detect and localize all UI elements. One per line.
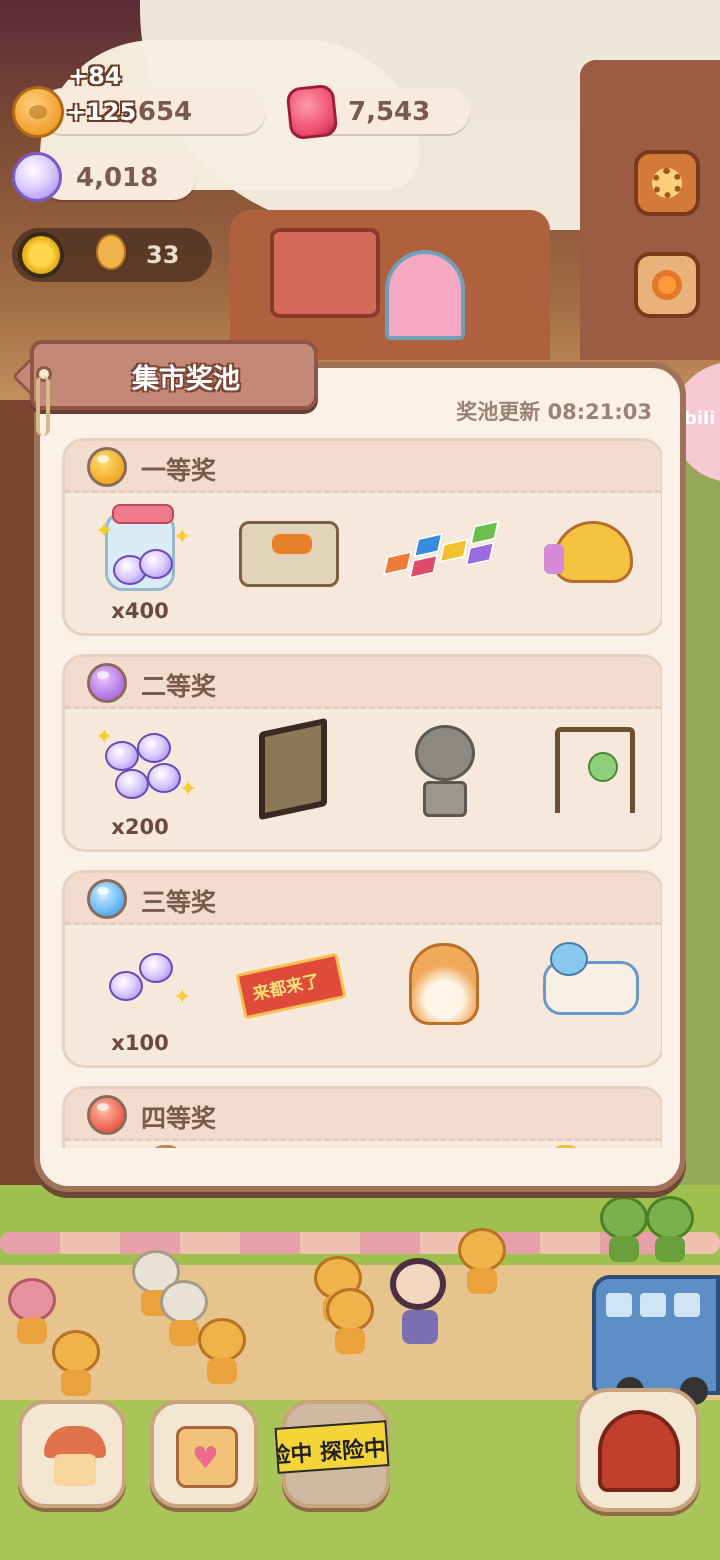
gold-orb-icon	[87, 447, 127, 487]
bakery-window	[270, 228, 380, 318]
ruby-jelly-icon	[285, 83, 339, 141]
cookie-character[interactable]	[326, 1288, 374, 1358]
prize-pool-dialog: 奖池更新 08:21:03 一等奖 ✦ ✦ x400 二等奖 ✦ ✦ x200 …	[34, 362, 686, 1192]
cookie-character[interactable]	[458, 1228, 506, 1298]
corgi-cushion-icon	[409, 943, 479, 1025]
exploring-tape: 险中 探险中	[274, 1420, 390, 1474]
lantern-stall-icon	[555, 727, 635, 813]
coin-gain-float: +84	[68, 62, 122, 90]
candy-value: 4,018	[76, 163, 159, 193]
red-orb-icon	[87, 1095, 127, 1135]
prize-item-candy-pair[interactable]: ✦ x100	[75, 933, 205, 1063]
tier-title: 四等奖	[141, 1104, 217, 1133]
bili-label: bili	[684, 408, 716, 429]
prize-item-lantern-stall[interactable]	[525, 717, 655, 847]
cookie-character[interactable]	[52, 1330, 100, 1400]
energy-value: 33	[146, 241, 180, 269]
stamp-button[interactable]	[634, 252, 700, 318]
red-banner-icon: 来都来了	[235, 952, 347, 1020]
tier-header: 三等奖	[65, 873, 661, 925]
prize-item-stone-statue[interactable]	[375, 717, 505, 847]
tag-rope	[36, 376, 50, 436]
circus-tent-icon	[598, 1410, 680, 1492]
tier-header: 一等奖	[65, 441, 661, 493]
banner-text: 来都来了	[250, 971, 322, 1005]
prize-item-partial	[151, 1145, 181, 1148]
home-button[interactable]	[18, 1400, 126, 1508]
sun-icon	[18, 232, 64, 278]
player-character[interactable]	[390, 1258, 450, 1348]
prize-item-partial	[551, 1145, 581, 1148]
settings-button[interactable]	[634, 150, 700, 216]
folding-screen-icon	[259, 717, 327, 821]
prize-tier-fourth: 四等奖	[62, 1086, 662, 1148]
cookie-coin-icon	[12, 86, 64, 138]
prize-tier-first: 一等奖 ✦ ✦ x400	[62, 438, 662, 636]
mushroom-house-icon	[44, 1426, 106, 1488]
tier-header: 二等奖	[65, 657, 661, 709]
blue-orb-icon	[87, 879, 127, 919]
tier-title: 二等奖	[141, 672, 217, 701]
bakery-door	[385, 250, 465, 340]
tier-title: 三等奖	[141, 888, 217, 917]
prize-item-candy-pile[interactable]: ✦ ✦ x200	[75, 717, 205, 847]
purple-orb-icon	[87, 663, 127, 703]
ruby-value: 7,543	[348, 97, 431, 127]
cookie-head-icon	[96, 234, 126, 270]
cookie-character[interactable]	[8, 1278, 56, 1348]
hopscotch-icon	[380, 519, 506, 588]
diary-button[interactable]: ♥	[150, 1400, 258, 1508]
prize-item-unicorn-rocker[interactable]	[525, 933, 655, 1063]
exploring-label: 险中 探险中	[274, 1436, 387, 1470]
prize-tier-list[interactable]: 一等奖 ✦ ✦ x400 二等奖 ✦ ✦ x200 三等奖 ✦ x100 来都来…	[62, 438, 662, 1148]
toy-plane-icon	[544, 521, 633, 583]
coin-gain-float: +125	[66, 98, 137, 126]
poodle-statue-icon	[415, 725, 475, 817]
prize-item-red-banner[interactable]: 来都来了	[225, 933, 355, 1063]
bbq-grill-icon	[239, 521, 339, 587]
prize-item-hopscotch[interactable]	[375, 501, 505, 631]
cookie-character[interactable]	[646, 1196, 694, 1266]
prize-tier-third: 三等奖 ✦ x100 来都来了	[62, 870, 662, 1068]
stamp-icon	[652, 270, 682, 300]
coin-value: ,654	[128, 97, 193, 127]
candy-counter[interactable]: 4,018	[40, 154, 196, 200]
double-decker-bus[interactable]	[592, 1275, 720, 1405]
prize-quantity: x100	[111, 1031, 169, 1055]
crystal-candy-icon	[12, 152, 62, 202]
unicorn-rocker-icon	[543, 942, 639, 1015]
prize-item-candy-jar[interactable]: ✦ ✦ x400	[75, 501, 205, 631]
tier-header: 四等奖	[65, 1089, 661, 1141]
cookie-character[interactable]	[600, 1196, 648, 1266]
prize-item-folding-screen[interactable]	[225, 717, 355, 847]
pool-refresh-timer: 奖池更新 08:21:03	[456, 400, 652, 424]
prize-quantity: x400	[111, 599, 169, 623]
gear-icon	[652, 168, 682, 198]
crystal-candy-icon	[109, 971, 143, 1001]
prize-item-toy-plane[interactable]	[525, 501, 655, 631]
prize-quantity: x200	[111, 815, 169, 839]
tier-title: 一等奖	[141, 456, 217, 485]
prize-tier-second: 二等奖 ✦ ✦ x200	[62, 654, 662, 852]
heart-icon: ♥	[192, 1441, 219, 1476]
cookie-character[interactable]	[198, 1318, 246, 1388]
circus-tent-button[interactable]	[576, 1388, 700, 1512]
prize-item-bbq-grill[interactable]	[225, 501, 355, 631]
prize-item-corgi-cushion[interactable]	[375, 933, 505, 1063]
dialog-title: 集市奖池	[132, 364, 240, 395]
